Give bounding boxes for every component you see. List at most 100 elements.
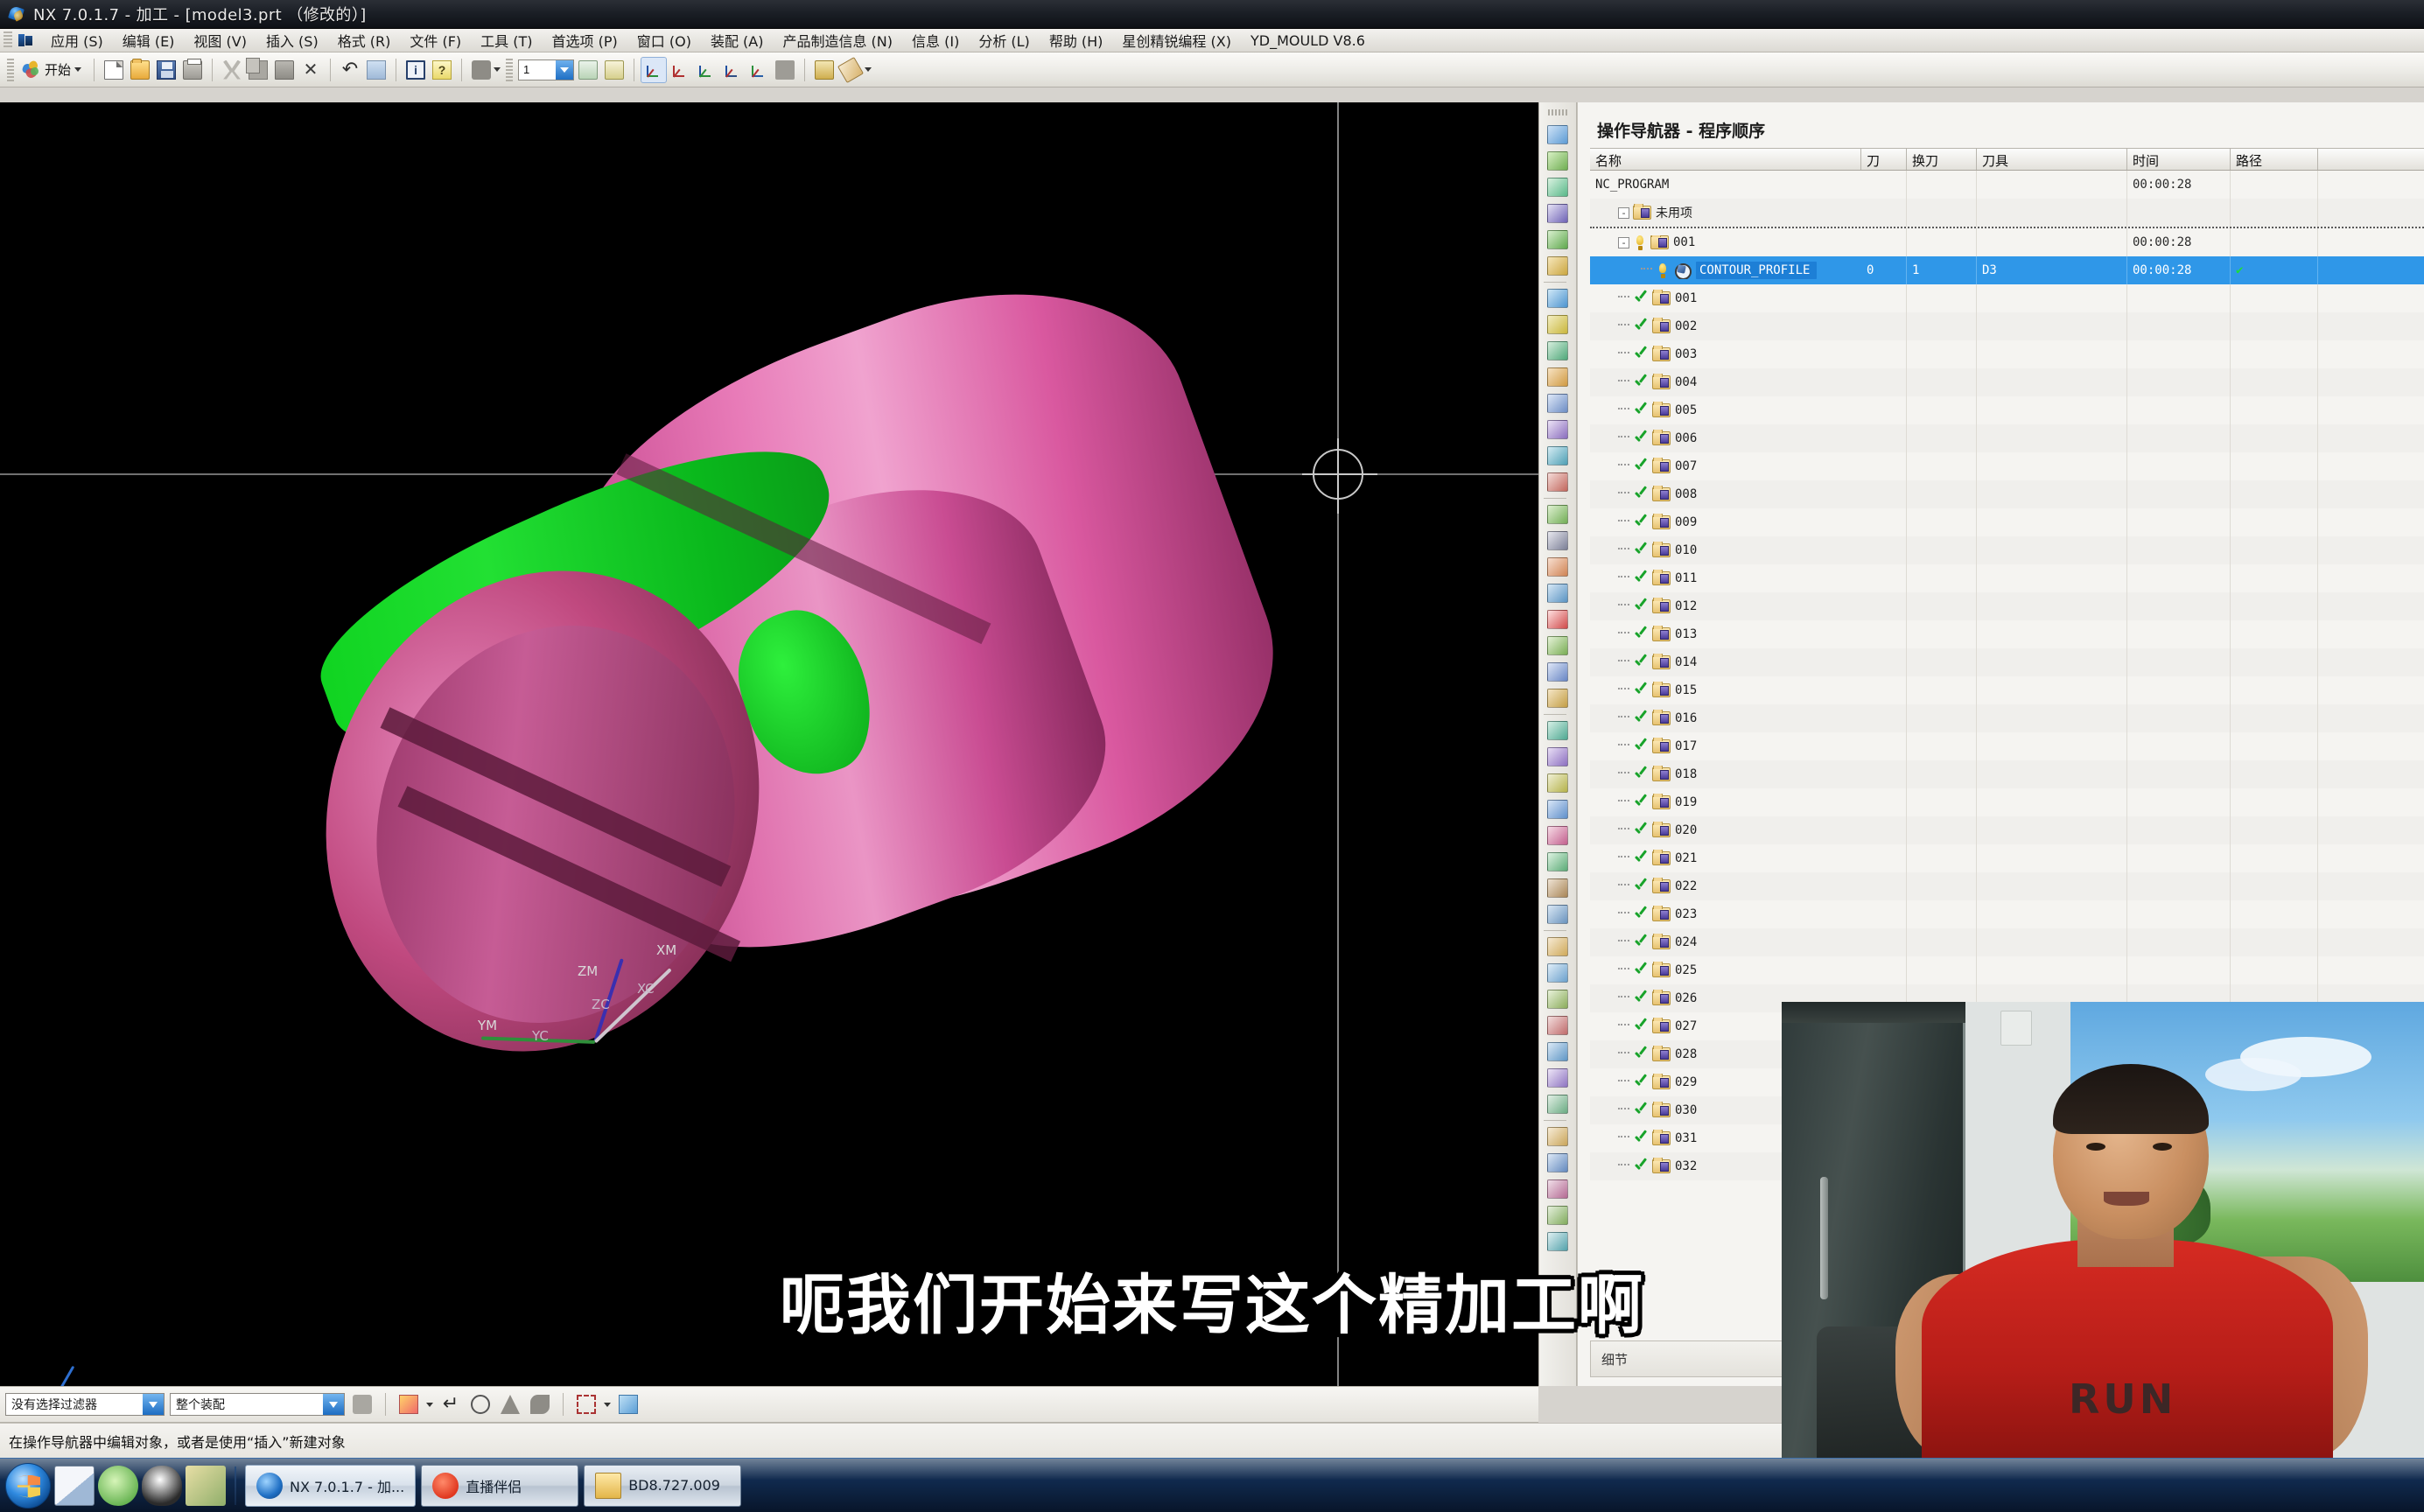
navigator-row-name-cell[interactable]: 004 bbox=[1590, 374, 1861, 391]
quick-launch-editor-icon[interactable] bbox=[186, 1465, 226, 1506]
undo-button[interactable]: ↶ bbox=[338, 58, 362, 82]
deselect-button[interactable]: ↵ bbox=[438, 1392, 463, 1417]
wcs-save-button[interactable] bbox=[720, 58, 745, 82]
navigator-row-name-cell[interactable]: 022 bbox=[1590, 878, 1861, 895]
tree-expander-icon[interactable]: - bbox=[1618, 236, 1629, 248]
navigator-row-name-cell[interactable]: 015 bbox=[1590, 682, 1861, 699]
navigator-row-name-cell[interactable]: 017 bbox=[1590, 738, 1861, 755]
machining-tool-button-26[interactable] bbox=[1544, 822, 1572, 849]
table-row[interactable]: 023 bbox=[1590, 900, 2424, 928]
menu-item-1[interactable]: 编辑 (E) bbox=[113, 27, 185, 53]
machining-tool-button-25[interactable] bbox=[1544, 796, 1572, 822]
navigator-row-name-cell[interactable]: 008 bbox=[1590, 486, 1861, 503]
table-row[interactable]: 024 bbox=[1590, 928, 2424, 956]
navigator-row-name-cell[interactable]: 005 bbox=[1590, 402, 1861, 419]
table-row[interactable]: 020 bbox=[1590, 816, 2424, 844]
table-row[interactable]: 021 bbox=[1590, 844, 2424, 872]
machining-tool-button-23[interactable] bbox=[1544, 744, 1572, 770]
menu-grip-handle[interactable] bbox=[4, 32, 12, 49]
navigator-row-name-cell[interactable]: 019 bbox=[1590, 794, 1861, 811]
machining-tool-button-24[interactable] bbox=[1544, 770, 1572, 796]
machining-tool-button-16[interactable] bbox=[1544, 554, 1572, 580]
machining-tool-button-10[interactable] bbox=[1544, 390, 1572, 416]
machining-tool-button-38[interactable] bbox=[1544, 1150, 1572, 1176]
machining-tool-button-5[interactable] bbox=[1544, 253, 1572, 279]
new-file-button[interactable] bbox=[102, 58, 126, 82]
navigator-row-name-cell[interactable]: CONTOUR_PROFILE bbox=[1590, 262, 1861, 279]
navigator-row-name-cell[interactable]: 009 bbox=[1590, 514, 1861, 531]
table-row[interactable]: 001 bbox=[1590, 284, 2424, 312]
machining-tool-button-0[interactable] bbox=[1544, 122, 1572, 148]
machining-tool-button-27[interactable] bbox=[1544, 849, 1572, 875]
menu-item-4[interactable]: 格式 (R) bbox=[328, 27, 401, 53]
paste-button[interactable] bbox=[272, 58, 297, 82]
select-filter-button[interactable] bbox=[469, 58, 494, 82]
toolbar-grip-handle[interactable] bbox=[506, 58, 514, 81]
column-header-holder[interactable]: 刀具 bbox=[1977, 149, 2127, 170]
table-row[interactable]: CONTOUR_PROFILE 0 1 D3 00:00:28 ✔ bbox=[1590, 256, 2424, 284]
machining-tool-button-7[interactable] bbox=[1544, 312, 1572, 338]
vertical-toolbar-grip[interactable] bbox=[1548, 109, 1567, 116]
menu-item-3[interactable]: 插入 (S) bbox=[256, 27, 328, 53]
navigator-row-name-cell[interactable]: 001 bbox=[1590, 290, 1861, 307]
machining-tool-button-34[interactable] bbox=[1544, 1039, 1572, 1065]
navigator-row-name-cell[interactable]: 011 bbox=[1590, 570, 1861, 587]
navigator-row-name-cell[interactable]: 016 bbox=[1590, 710, 1861, 727]
menu-item-11[interactable]: 信息 (I) bbox=[902, 27, 969, 53]
machining-tool-button-19[interactable] bbox=[1544, 633, 1572, 659]
quick-launch-browser-icon[interactable] bbox=[98, 1465, 138, 1506]
machining-tool-button-17[interactable] bbox=[1544, 580, 1572, 606]
machining-tool-button-37[interactable] bbox=[1544, 1124, 1572, 1150]
select-face-button[interactable] bbox=[468, 1392, 493, 1417]
table-row[interactable]: 004 bbox=[1590, 368, 2424, 396]
table-row[interactable]: 015 bbox=[1590, 676, 2424, 704]
menu-item-13[interactable]: 帮助 (H) bbox=[1040, 27, 1113, 53]
machining-tool-button-14[interactable] bbox=[1544, 501, 1572, 528]
wcs-rotate-button[interactable] bbox=[694, 58, 718, 82]
column-header-change[interactable]: 换刀 bbox=[1907, 149, 1977, 170]
menu-item-10[interactable]: 产品制造信息 (N) bbox=[773, 27, 902, 53]
navigator-row-name-cell[interactable]: - 未用项 bbox=[1590, 204, 1861, 221]
layer-combo[interactable]: 1 bbox=[518, 59, 575, 80]
column-header-name[interactable]: 名称 bbox=[1590, 149, 1861, 170]
print-button[interactable] bbox=[180, 58, 205, 82]
machining-tool-button-33[interactable] bbox=[1544, 1012, 1572, 1039]
machining-tool-button-8[interactable] bbox=[1544, 338, 1572, 364]
quick-launch-notepad-icon[interactable] bbox=[54, 1465, 95, 1506]
menu-item-12[interactable]: 分析 (L) bbox=[969, 27, 1040, 53]
table-row[interactable]: 010 bbox=[1590, 536, 2424, 564]
table-row[interactable]: 011 bbox=[1590, 564, 2424, 592]
delete-button[interactable]: ✕ bbox=[298, 58, 323, 82]
table-row[interactable]: - 未用项 bbox=[1590, 199, 2424, 227]
navigator-row-name-cell[interactable]: 006 bbox=[1590, 430, 1861, 447]
machining-tool-button-2[interactable] bbox=[1544, 174, 1572, 200]
navigator-row-name-cell[interactable]: 021 bbox=[1590, 850, 1861, 867]
menu-item-15[interactable]: YD_MOULD V8.6 bbox=[1241, 30, 1375, 52]
machining-tool-button-13[interactable] bbox=[1544, 469, 1572, 495]
machining-tool-button-40[interactable] bbox=[1544, 1202, 1572, 1228]
help-button[interactable]: ? bbox=[430, 58, 454, 82]
selection-scope-combo[interactable]: 整个装配 bbox=[170, 1393, 345, 1416]
workpiece-model[interactable] bbox=[258, 232, 1321, 1240]
machining-tool-button-20[interactable] bbox=[1544, 659, 1572, 685]
machining-tool-button-36[interactable] bbox=[1544, 1091, 1572, 1117]
layer-visible-button[interactable] bbox=[602, 58, 627, 82]
menu-item-0[interactable]: 应用 (S) bbox=[41, 27, 113, 53]
navigator-row-name-cell[interactable]: 003 bbox=[1590, 346, 1861, 363]
menu-item-7[interactable]: 首选项 (P) bbox=[543, 27, 627, 53]
select-edge-button[interactable] bbox=[528, 1392, 552, 1417]
navigator-row-name-cell[interactable]: 018 bbox=[1590, 766, 1861, 783]
tree-expander-icon[interactable]: - bbox=[1618, 206, 1629, 219]
windows-start-button[interactable] bbox=[5, 1462, 51, 1508]
navigator-row-name-cell[interactable]: 002 bbox=[1590, 318, 1861, 335]
machining-tool-button-22[interactable] bbox=[1544, 718, 1572, 744]
navigator-row-name-cell[interactable]: 025 bbox=[1590, 962, 1861, 979]
save-button[interactable] bbox=[154, 58, 179, 82]
measure-button[interactable] bbox=[837, 56, 865, 83]
machining-tool-button-28[interactable] bbox=[1544, 875, 1572, 901]
solid-view-button[interactable] bbox=[616, 1392, 641, 1417]
column-header-time[interactable]: 时间 bbox=[2127, 149, 2231, 170]
navigator-row-name-cell[interactable]: 012 bbox=[1590, 598, 1861, 615]
menu-item-5[interactable]: 文件 (F) bbox=[400, 27, 471, 53]
machining-tool-button-1[interactable] bbox=[1544, 148, 1572, 174]
